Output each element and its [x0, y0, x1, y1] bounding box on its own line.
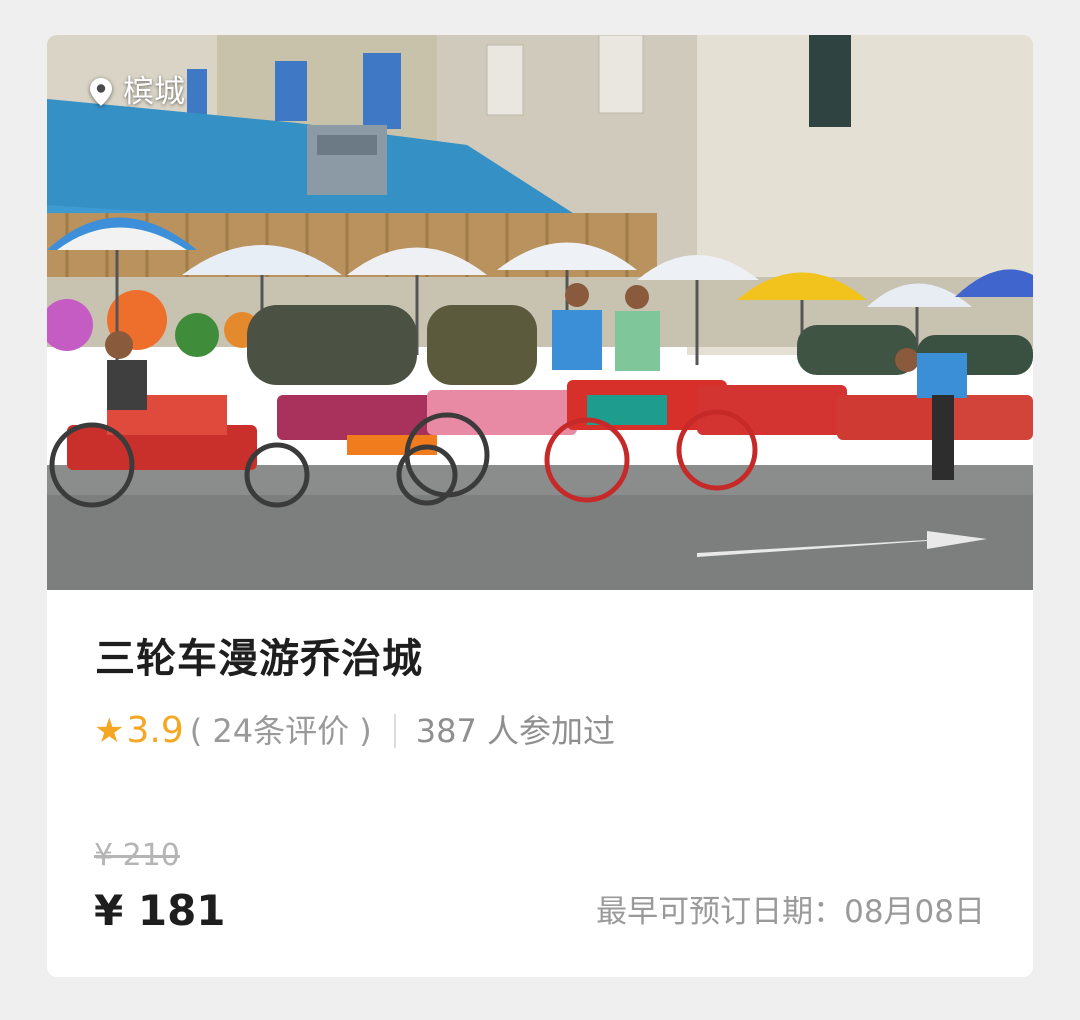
star-icon: ★ — [94, 711, 125, 751]
location-label: 槟城 — [89, 75, 185, 109]
earliest-booking-date: 最早可预订日期：08月08日 — [596, 894, 985, 930]
review-count[interactable]: ( 24条评价 ) — [190, 711, 372, 751]
rickshaw-street-illustration — [47, 35, 1033, 590]
tour-card[interactable]: 槟城 三轮车漫游乔治城 ★ 3.9 ( 24条评价 ) 387 人参加过 ¥ 2… — [47, 35, 1033, 977]
location-pin-icon — [90, 78, 112, 106]
tour-photo[interactable]: 槟城 — [47, 35, 1033, 590]
rating-row: ★ 3.9 ( 24条评价 ) 387 人参加过 — [94, 710, 616, 752]
original-price: ¥ 210 — [94, 838, 180, 873]
tour-title: 三轮车漫游乔治城 — [95, 636, 423, 682]
location-name: 槟城 — [123, 74, 185, 110]
current-price: ¥ 181 — [94, 886, 226, 935]
divider — [393, 714, 396, 748]
rating-score: 3.9 — [126, 710, 184, 751]
participant-count: 387 人参加过 — [415, 712, 616, 750]
